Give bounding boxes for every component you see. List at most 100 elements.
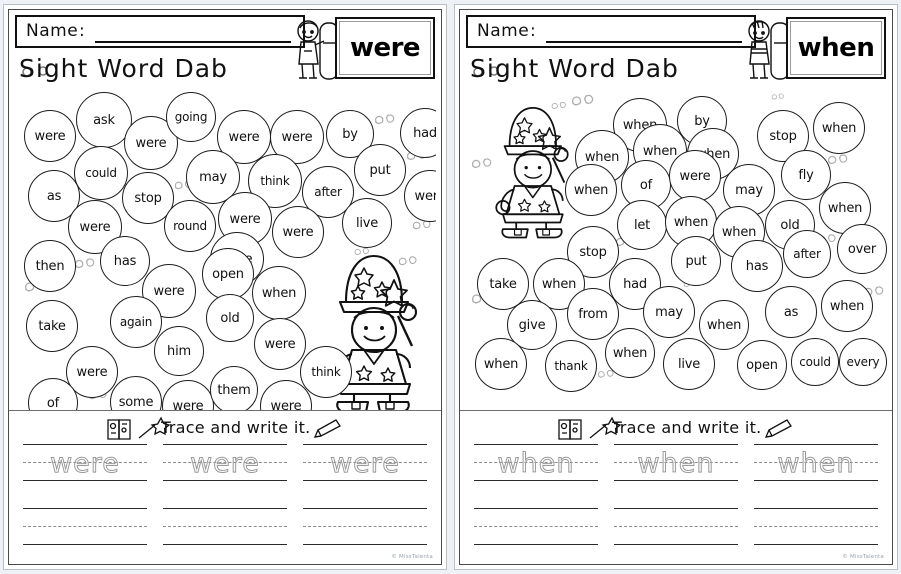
handwriting-line[interactable]: when	[474, 444, 598, 490]
target-word-2: when	[797, 33, 875, 63]
dab-bubble[interactable]: going	[166, 92, 216, 142]
dab-bubble[interactable]: has	[731, 240, 783, 292]
dab-bubble[interactable]: every	[839, 338, 887, 386]
handwriting-line[interactable]	[754, 508, 878, 554]
dab-bubble[interactable]: when	[605, 328, 655, 378]
dab-bubble[interactable]: old	[206, 294, 254, 342]
handwriting-top-rule	[303, 508, 427, 509]
dab-bubble[interactable]: let	[617, 200, 667, 250]
dab-bubble[interactable]: live	[663, 338, 715, 390]
dab-bubble-word: open	[746, 357, 778, 373]
dab-bubble[interactable]: were	[162, 380, 214, 410]
handwriting-line[interactable]	[303, 508, 427, 554]
handwriting-baseline	[23, 480, 147, 481]
handwriting-top-rule	[614, 444, 738, 445]
handwriting-line[interactable]: when	[614, 444, 738, 490]
dab-bubble-word: every	[846, 355, 880, 369]
dab-bubble-word: think	[260, 174, 290, 188]
swirl-decoration-icon	[375, 114, 395, 125]
dab-bubble[interactable]: when	[821, 280, 873, 332]
dab-bubble-field-1[interactable]: were ask were going were were by had could as may t…	[14, 88, 436, 410]
dab-bubble-word: after	[314, 185, 342, 199]
dab-bubble-word: going	[174, 110, 208, 124]
dab-bubble[interactable]: were	[404, 170, 436, 222]
handwriting-line[interactable]	[474, 508, 598, 554]
trace-word: when	[479, 446, 593, 480]
copyright-notice-2: © MissTalenta	[842, 554, 884, 560]
dab-bubble-word: has	[745, 258, 769, 274]
handwriting-top-rule	[163, 508, 287, 509]
dab-bubble[interactable]: when	[252, 266, 306, 320]
handwriting-baseline	[754, 544, 878, 545]
handwriting-dashed-midline	[303, 526, 427, 527]
trace-word: were	[28, 446, 142, 480]
dab-bubble[interactable]: may	[643, 286, 695, 338]
target-word-1: were	[349, 33, 421, 63]
dab-bubble-word: were	[172, 398, 204, 411]
dab-bubble[interactable]: when	[565, 164, 617, 216]
dab-bubble[interactable]: could	[791, 338, 839, 386]
dab-bubble[interactable]: again	[110, 296, 162, 348]
dab-bubble[interactable]: could	[74, 146, 128, 200]
dab-bubble-word: were	[153, 283, 185, 299]
dab-bubble[interactable]: after	[783, 230, 831, 278]
dab-bubble-word: when	[261, 285, 297, 301]
handwriting-line[interactable]	[23, 508, 147, 554]
dab-bubble-field-2[interactable]: when by stop when when when when fly when of were m…	[465, 88, 887, 410]
handwriting-line[interactable]: were	[163, 444, 287, 490]
dab-bubble[interactable]: open	[202, 248, 254, 300]
handwriting-line[interactable]: when	[754, 444, 878, 490]
dab-bubble-word: some	[118, 394, 154, 410]
dab-bubble-word: were	[34, 128, 66, 144]
name-field-2[interactable]: Name :	[466, 15, 756, 48]
dab-bubble[interactable]: think	[300, 346, 352, 398]
dab-bubble[interactable]: were	[254, 318, 306, 370]
handwriting-line[interactable]: were	[23, 444, 147, 490]
dab-bubble-word: when	[541, 276, 577, 292]
handwriting-baseline	[614, 544, 738, 545]
dab-bubble[interactable]: them	[210, 366, 258, 410]
dab-bubble-word: may	[655, 304, 683, 320]
dab-bubble-word: them	[217, 382, 251, 398]
dab-bubble[interactable]: put	[354, 144, 406, 196]
dab-bubble[interactable]: when	[475, 338, 527, 390]
handwriting-line[interactable]	[614, 508, 738, 554]
dab-bubble-word: after	[793, 247, 821, 261]
dab-bubble[interactable]: from	[567, 288, 619, 340]
worksheet-page-1: Name : were Sight Word Dab were ask were…	[3, 4, 447, 570]
dab-bubble[interactable]: put	[671, 236, 721, 286]
handwriting-baseline	[614, 480, 738, 481]
page-1-border: Name : were Sight Word Dab were ask were…	[8, 9, 442, 565]
name-label-2: Name	[477, 21, 530, 41]
trace-word-text: were	[50, 447, 120, 479]
dab-bubble[interactable]: when	[813, 102, 865, 154]
dab-bubble-word: stop	[134, 190, 162, 206]
dab-bubble[interactable]: when	[699, 300, 749, 350]
dab-bubble[interactable]: thank	[545, 340, 597, 392]
dab-bubble[interactable]: as	[765, 286, 817, 338]
name-write-line-1[interactable]	[95, 41, 291, 43]
swirl-decoration-icon	[551, 101, 566, 110]
handwriting-line[interactable]: were	[303, 444, 427, 490]
dab-bubble[interactable]: were	[272, 206, 324, 258]
name-write-line-2[interactable]	[546, 41, 742, 43]
dab-bubble[interactable]: then	[24, 240, 76, 292]
target-word-card-inner-1: were	[339, 21, 431, 75]
dab-bubble[interactable]: were	[669, 150, 721, 202]
dab-bubble-word: when	[821, 120, 857, 136]
dab-bubble[interactable]: him	[154, 326, 204, 376]
dab-bubble[interactable]: open	[737, 340, 787, 390]
dab-bubble[interactable]: were	[24, 110, 76, 162]
dab-bubble[interactable]: has	[100, 236, 150, 286]
dab-bubble[interactable]: round	[164, 200, 216, 252]
dab-bubble[interactable]: some	[110, 376, 162, 410]
handwriting-line[interactable]	[163, 508, 287, 554]
name-field-1[interactable]: Name :	[15, 15, 305, 48]
copyright-notice-1: © MissTalenta	[391, 554, 433, 560]
dab-bubble[interactable]: take	[26, 300, 78, 352]
dab-bubble-word: of	[639, 177, 653, 193]
dab-bubble[interactable]: live	[342, 198, 392, 248]
dab-bubble-word: were	[229, 211, 261, 227]
dab-bubble[interactable]: over	[837, 224, 887, 274]
handwriting-top-rule	[23, 444, 147, 445]
